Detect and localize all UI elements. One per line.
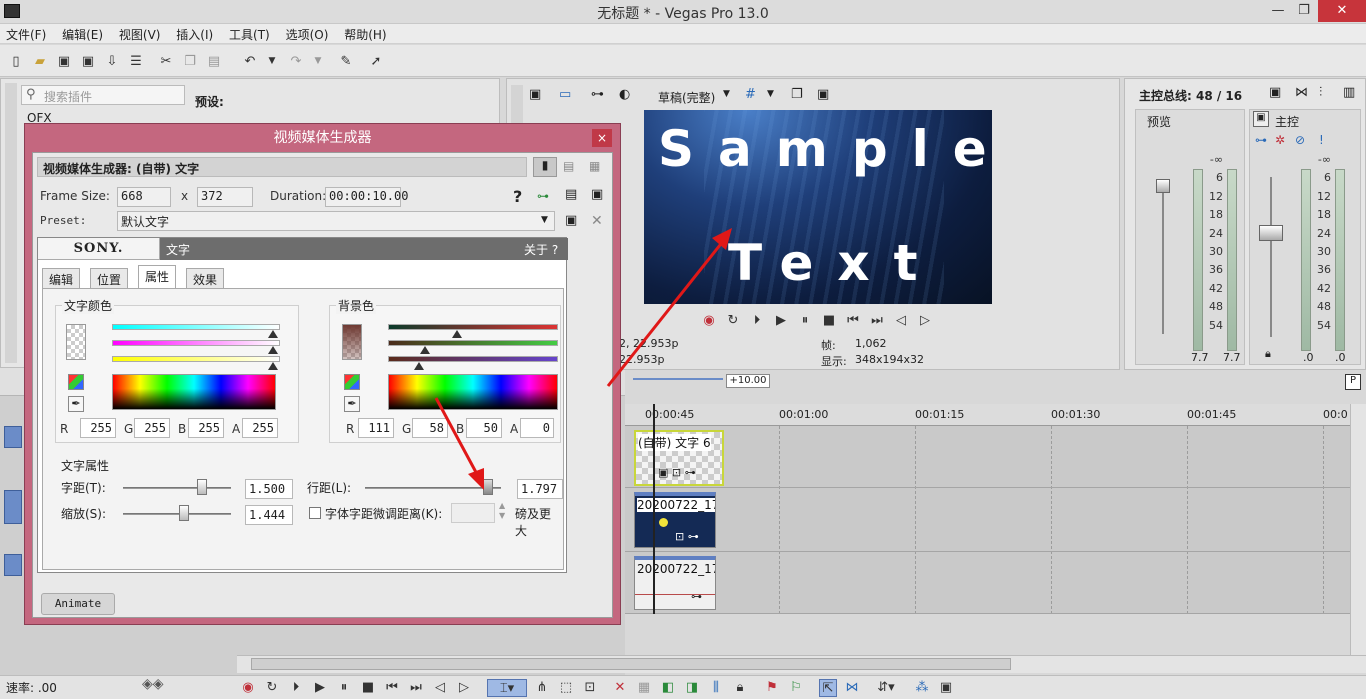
arrowhead-preview <box>712 228 732 250</box>
arrowhead-leading <box>468 468 484 490</box>
arrow-to-preview <box>606 239 726 387</box>
annotation-arrows <box>434 228 732 490</box>
vegas-window: 无标题 * - Vegas Pro 13.0 — ❐ ✕ 文件(F) 编辑(E)… <box>0 0 1366 699</box>
arrow-to-leading <box>434 397 480 477</box>
